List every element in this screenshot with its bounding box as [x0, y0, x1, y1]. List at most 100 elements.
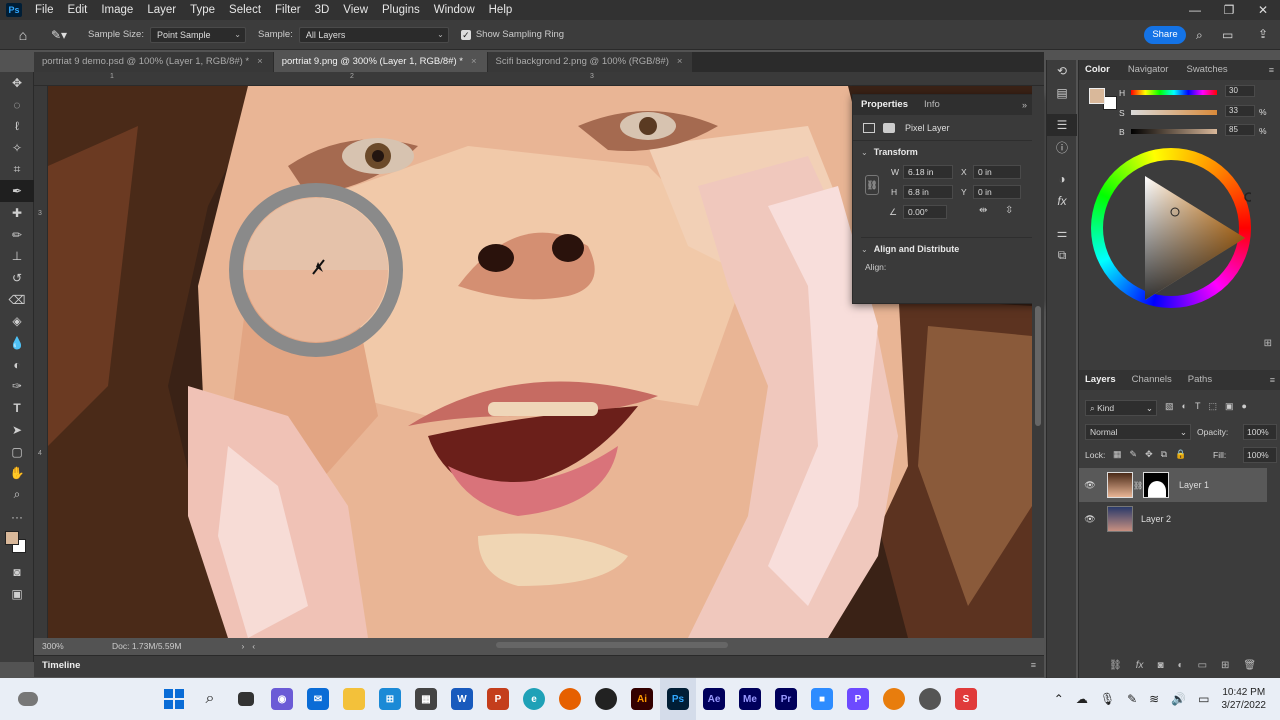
task-view-icon[interactable] [228, 678, 264, 720]
menu-filter[interactable]: Filter [268, 0, 308, 20]
adjustment-layer-icon[interactable]: ◐ [1178, 660, 1184, 671]
store-icon[interactable]: ⊞ [372, 678, 408, 720]
move-tool-icon[interactable]: ✥ [0, 72, 34, 94]
share-button[interactable]: Share [1144, 26, 1186, 44]
illustrator-icon[interactable]: Ai [624, 678, 660, 720]
styles-icon[interactable]: ◑ [1047, 168, 1077, 190]
powerpoint-icon[interactable]: P [480, 678, 516, 720]
tab-properties[interactable]: Properties [853, 95, 916, 115]
eyedropper-tool-preset-icon[interactable]: ✎▾ [44, 28, 74, 42]
doc-tab[interactable]: Scifi backgrond 2.png @ 100% (RGB/8#) × [487, 52, 694, 72]
filter-toggle-icon[interactable]: ● [1241, 401, 1246, 412]
search-icon[interactable]: ⌕ [1196, 28, 1203, 43]
volume-icon[interactable]: 🔊 [1171, 692, 1186, 706]
edge-icon[interactable]: e [516, 678, 552, 720]
quick-mask-icon[interactable]: ◙ [0, 561, 34, 583]
more-tools-icon[interactable]: ··· [0, 506, 34, 528]
battery-icon[interactable]: ▭ [1198, 692, 1209, 706]
chevron-up-icon[interactable]: ⌃ [1054, 692, 1064, 706]
layer-name[interactable]: Layer 1 [1179, 480, 1209, 490]
pen-tool-icon[interactable]: ✑ [0, 376, 34, 398]
chevron-down-icon[interactable]: ⌄ [861, 245, 868, 254]
file-explorer-icon[interactable] [336, 678, 372, 720]
tab-layers[interactable]: Layers [1079, 370, 1122, 390]
after-effects-icon[interactable]: Ae [696, 678, 732, 720]
blender-icon[interactable] [876, 678, 912, 720]
flip-vertical-icon[interactable]: ⇳ [1005, 205, 1013, 216]
eye-icon[interactable]: 👁 [1079, 514, 1101, 525]
menu-file[interactable]: File [28, 0, 61, 20]
fill-field[interactable]: 100% [1243, 447, 1277, 463]
menu-3d[interactable]: 3D [308, 0, 337, 20]
clock[interactable]: 10:42 PM 3/27/2022 [1222, 686, 1267, 712]
eraser-tool-icon[interactable]: ⌫ [0, 289, 34, 311]
hue-slider[interactable] [1131, 90, 1217, 95]
horizontal-scrollbar[interactable] [496, 642, 728, 648]
start-icon[interactable] [156, 678, 192, 720]
scroll-thumb[interactable] [1035, 306, 1041, 426]
tab-info[interactable]: Info [916, 95, 948, 115]
paint-bucket-icon[interactable]: ◈ [0, 311, 34, 333]
eyedropper-tool-icon[interactable]: ✒ [0, 180, 34, 203]
lock-artboard-icon[interactable]: ⧉ [1161, 449, 1167, 460]
lock-pixels-icon[interactable]: ✎ [1130, 449, 1138, 460]
pixel-filter-icon[interactable]: ▧ [1165, 401, 1174, 412]
flip-horizontal-icon[interactable]: ⇹ [979, 205, 987, 216]
close-icon[interactable]: × [257, 56, 263, 67]
lock-position-icon[interactable]: ✥ [1145, 449, 1153, 460]
lasso-tool-icon[interactable]: ℓ [0, 115, 34, 137]
chevron-right-icon[interactable]: › [241, 641, 244, 651]
info-icon[interactable]: ⓘ [1047, 136, 1077, 158]
microphone-icon[interactable]: 🎙 [1100, 692, 1115, 706]
media-encoder-icon[interactable]: Me [732, 678, 768, 720]
zoom-app-icon[interactable]: ■ [804, 678, 840, 720]
tab-swatches[interactable]: Swatches [1180, 60, 1233, 80]
properties-icon[interactable]: ⚌ [1047, 222, 1077, 244]
vertical-scrollbar[interactable] [1032, 86, 1044, 638]
color-wheel[interactable] [1091, 148, 1251, 308]
blur-tool-icon[interactable]: 💧 [0, 332, 34, 354]
menu-layer[interactable]: Layer [140, 0, 183, 20]
workspace-icon[interactable]: ▭ [1222, 28, 1233, 42]
zoom-tool-icon[interactable]: ⌕ [0, 484, 34, 506]
collapse-icon[interactable]: » [1022, 100, 1027, 110]
eye-icon[interactable]: 👁 [1079, 480, 1101, 491]
fx-icon[interactable]: fx [1136, 660, 1144, 671]
add-mask-icon[interactable]: ◙ [1157, 660, 1163, 671]
menu-image[interactable]: Image [94, 0, 140, 20]
libraries-icon[interactable]: ⧉ [1047, 244, 1077, 266]
lock-transparent-icon[interactable]: ▦ [1113, 449, 1122, 460]
marquee-tool-icon[interactable]: ◌ [0, 94, 34, 116]
tab-paths[interactable]: Paths [1182, 370, 1218, 390]
cloud-icon[interactable]: ☁ [1076, 692, 1088, 706]
h-value-field[interactable]: 30 [1225, 85, 1255, 97]
tab-channels[interactable]: Channels [1126, 370, 1178, 390]
brush-settings-icon[interactable]: ▤ [1047, 82, 1077, 104]
delete-icon[interactable]: 🗑 [1243, 660, 1256, 671]
foreground-color-swatch[interactable] [5, 531, 19, 546]
hand-tool-icon[interactable]: ✋ [0, 462, 34, 484]
path-select-icon[interactable]: ➤ [0, 419, 34, 441]
weather-icon[interactable] [10, 678, 46, 720]
word-icon[interactable]: W [444, 678, 480, 720]
timeline-tab[interactable]: Timeline [42, 660, 80, 671]
saturation-slider[interactable] [1131, 110, 1217, 115]
tab-color[interactable]: Color [1079, 60, 1116, 80]
wifi-icon[interactable]: ≋ [1149, 692, 1159, 706]
layer-name[interactable]: Layer 2 [1141, 514, 1171, 524]
shape-tool-icon[interactable]: ▢ [0, 441, 34, 463]
brightness-slider[interactable] [1131, 129, 1217, 134]
link-icon[interactable]: ⛓ [1133, 481, 1143, 490]
group-icon[interactable]: ▭ [1198, 660, 1207, 671]
b-value-field[interactable]: 85 [1225, 124, 1255, 136]
panel-menu-icon[interactable]: ≡ [1031, 660, 1036, 670]
quick-select-tool-icon[interactable]: ✧ [0, 137, 34, 159]
menu-plugins[interactable]: Plugins [375, 0, 427, 20]
screen-mode-icon[interactable]: ▣ [0, 583, 34, 605]
panel-menu-icon[interactable]: ≡ [1270, 375, 1275, 385]
s-value-field[interactable]: 33 [1225, 105, 1255, 117]
screencast-icon[interactable]: S [948, 678, 984, 720]
history-brush-icon[interactable]: ↺ [0, 267, 34, 289]
panel-menu-icon[interactable]: ≡ [1269, 65, 1274, 75]
home-icon[interactable]: ⌂ [8, 27, 38, 43]
